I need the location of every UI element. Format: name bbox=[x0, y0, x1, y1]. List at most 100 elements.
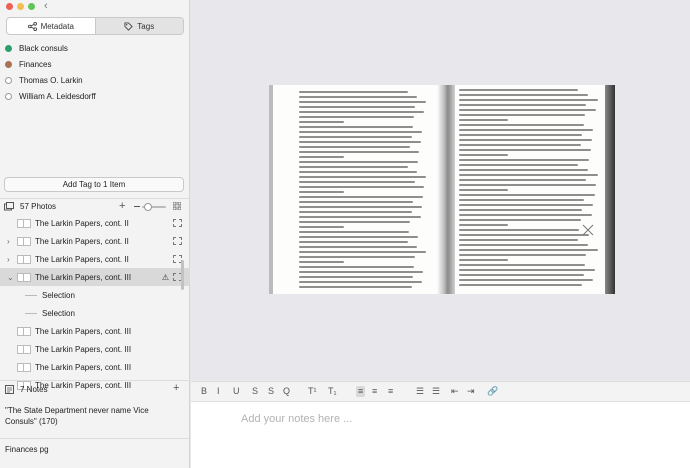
text-line bbox=[299, 276, 413, 278]
photo-thumbnail bbox=[17, 326, 31, 336]
outdent-button[interactable]: ⇤ bbox=[451, 386, 459, 397]
note-item[interactable]: Finances pg bbox=[5, 444, 49, 455]
superscript-button[interactable]: T¹ bbox=[308, 386, 317, 397]
photo-row[interactable]: ⌄ The Larkin Papers, cont. III ⚠ bbox=[0, 268, 190, 286]
text-line bbox=[459, 264, 585, 266]
notes-input[interactable]: Add your notes here ... bbox=[241, 413, 352, 425]
grid-view-icon[interactable] bbox=[173, 202, 181, 210]
photo-label: The Larkin Papers, cont. III bbox=[35, 326, 132, 336]
align-center-button[interactable]: ≡ bbox=[372, 386, 377, 397]
photo-label: The Larkin Papers, cont. II bbox=[35, 254, 129, 264]
photo-row[interactable]: › The Larkin Papers, cont. II bbox=[0, 250, 190, 268]
quote-button[interactable]: Q bbox=[283, 386, 290, 397]
text-line bbox=[299, 231, 410, 233]
photo-thumbnail bbox=[17, 362, 31, 372]
notes-editor: B I U S S Q T¹ T₁ ≡ ≡ ≡ ☰ ☰ ⇤ ⇥ 🔗 Add your notes here .… bbox=[191, 381, 690, 468]
add-tag-button[interactable]: Add Tag to 1 Item bbox=[4, 177, 184, 192]
text-line bbox=[299, 131, 422, 133]
photo-row[interactable]: Selection bbox=[0, 304, 190, 322]
zoom-window-button[interactable] bbox=[28, 3, 35, 10]
document-photo bbox=[269, 85, 615, 294]
text-line bbox=[299, 136, 412, 138]
text-line bbox=[299, 226, 344, 228]
italic-button[interactable]: I bbox=[217, 386, 220, 397]
text-line bbox=[459, 99, 598, 101]
chevron-down-icon[interactable]: ⌄ bbox=[7, 273, 14, 282]
text-line bbox=[299, 286, 412, 288]
note-item[interactable]: "The State Department never name Vice Co… bbox=[5, 405, 181, 427]
text-line bbox=[459, 259, 508, 261]
link-button[interactable]: 🔗 bbox=[487, 386, 498, 397]
text-line bbox=[459, 154, 508, 156]
text-line bbox=[299, 141, 421, 143]
photo-list: The Larkin Papers, cont. II › The Larkin P… bbox=[0, 214, 190, 394]
close-window-button[interactable] bbox=[6, 3, 13, 10]
selection-box-icon[interactable] bbox=[173, 237, 182, 245]
photo-thumbnail bbox=[17, 254, 31, 264]
overline-button[interactable]: S bbox=[268, 386, 274, 397]
photo-row[interactable]: The Larkin Papers, cont. III bbox=[0, 340, 190, 358]
tag-row[interactable]: Thomas O. Larkin bbox=[0, 72, 190, 88]
numbered-list-button[interactable]: ☰ bbox=[432, 386, 440, 397]
add-note-button[interactable]: + bbox=[173, 382, 179, 394]
photo-row[interactable]: The Larkin Papers, cont. II bbox=[0, 214, 190, 232]
note-icon bbox=[5, 385, 14, 394]
text-line bbox=[299, 201, 413, 203]
photo-row[interactable]: › The Larkin Papers, cont. II bbox=[0, 232, 190, 250]
thumbnail-size-slider[interactable] bbox=[142, 203, 166, 211]
photo-row[interactable]: The Larkin Papers, cont. III bbox=[0, 322, 190, 340]
align-left-button[interactable]: ≡ bbox=[356, 386, 366, 397]
tag-label: Black consuls bbox=[19, 43, 68, 53]
underline-button[interactable]: U bbox=[233, 386, 240, 397]
minimize-window-button[interactable] bbox=[17, 3, 24, 10]
chevron-right-icon[interactable]: › bbox=[7, 255, 10, 264]
photo-label: The Larkin Papers, cont. II bbox=[35, 218, 129, 228]
strikethrough-button[interactable]: S bbox=[252, 386, 258, 397]
text-line bbox=[459, 109, 597, 111]
indent-button[interactable]: ⇥ bbox=[467, 386, 475, 397]
photo-list-scrollbar[interactable] bbox=[181, 260, 184, 290]
bold-button[interactable]: B bbox=[201, 386, 207, 397]
tab-metadata-label: Metadata bbox=[40, 21, 74, 31]
left-page-text bbox=[299, 91, 427, 291]
tag-row[interactable]: Finances bbox=[0, 56, 190, 72]
text-line bbox=[299, 176, 426, 178]
photo-label: The Larkin Papers, cont. III bbox=[35, 272, 132, 282]
align-right-button[interactable]: ≡ bbox=[388, 386, 393, 397]
add-photo-button[interactable]: + bbox=[119, 200, 125, 212]
photo-thumbnail bbox=[17, 344, 31, 354]
text-line bbox=[299, 271, 424, 273]
text-line bbox=[459, 134, 583, 136]
text-line bbox=[459, 149, 591, 151]
bulleted-list-button[interactable]: ☰ bbox=[416, 386, 424, 397]
photo-viewer[interactable] bbox=[191, 0, 690, 381]
text-line bbox=[299, 266, 415, 268]
photo-thumbnail bbox=[17, 272, 31, 282]
tab-metadata[interactable]: Metadata bbox=[7, 18, 95, 34]
chevron-right-icon[interactable]: › bbox=[7, 237, 10, 246]
text-line bbox=[299, 106, 416, 108]
photo-row[interactable]: Selection bbox=[0, 286, 190, 304]
text-line bbox=[459, 209, 583, 211]
text-line bbox=[459, 119, 508, 121]
text-line bbox=[299, 171, 417, 173]
text-line bbox=[299, 116, 415, 118]
text-line bbox=[459, 164, 578, 166]
text-line bbox=[459, 144, 581, 146]
photo-label: Selection bbox=[42, 290, 75, 300]
text-line bbox=[299, 261, 344, 263]
tag-row[interactable]: William A. Leidesdorff bbox=[0, 88, 190, 104]
slider-knob[interactable] bbox=[144, 203, 152, 211]
tag-row[interactable]: Black consuls bbox=[0, 40, 190, 56]
subscript-button[interactable]: T₁ bbox=[328, 386, 337, 397]
text-line bbox=[459, 279, 594, 281]
text-line bbox=[459, 224, 508, 226]
photo-row[interactable]: The Larkin Papers, cont. III bbox=[0, 358, 190, 376]
tab-tags[interactable]: Tags bbox=[94, 18, 183, 34]
selection-line-icon bbox=[25, 294, 37, 296]
text-line bbox=[459, 204, 594, 206]
chevron-left-icon[interactable]: ‹ bbox=[44, 0, 48, 12]
selection-box-icon[interactable] bbox=[173, 219, 182, 227]
text-line bbox=[299, 186, 425, 188]
text-line bbox=[299, 206, 422, 208]
